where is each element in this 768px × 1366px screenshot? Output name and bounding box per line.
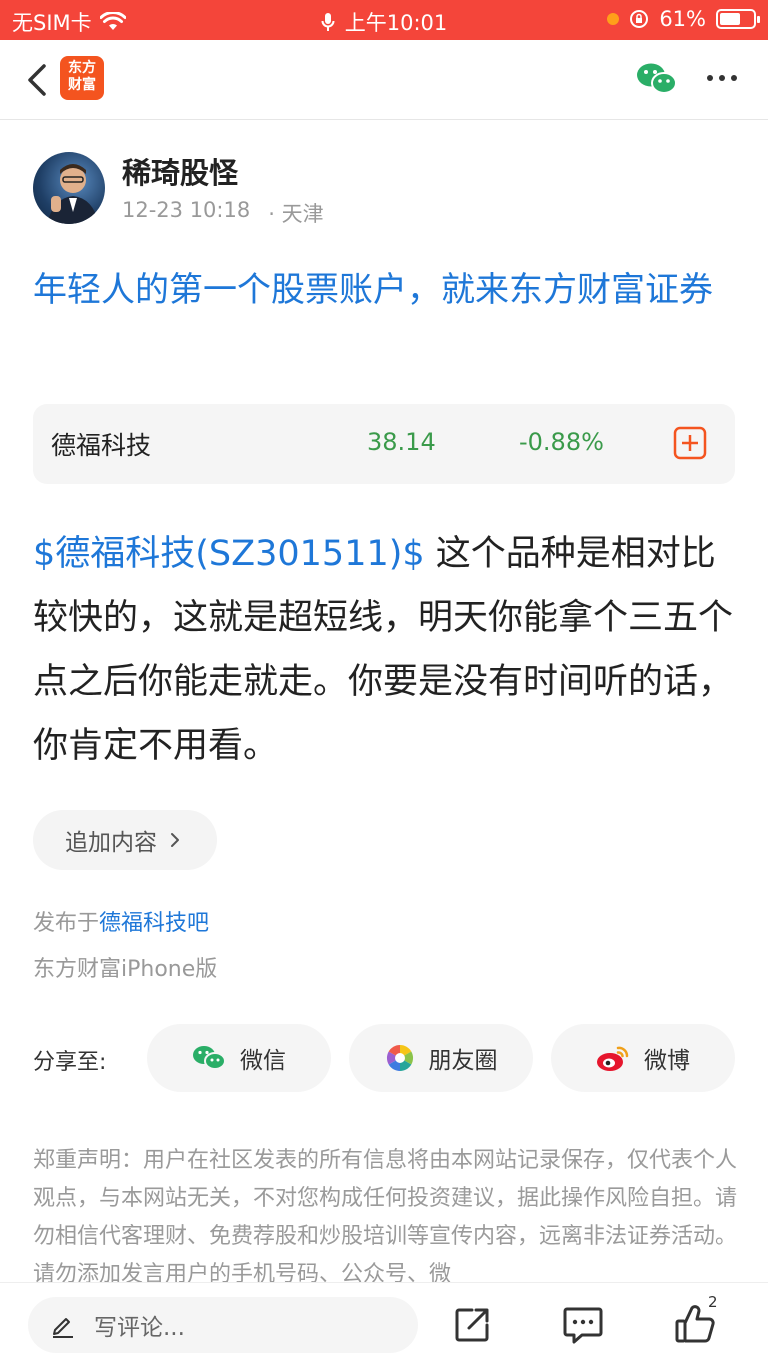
wechat-icon[interactable] — [636, 62, 678, 96]
comment-input[interactable]: 写评论... — [28, 1297, 418, 1353]
nav-bar: 东方 财富 — [0, 40, 768, 120]
share-icon[interactable] — [452, 1305, 492, 1345]
chevron-right-icon — [171, 833, 179, 847]
weibo-icon — [597, 1046, 629, 1071]
add-content-button[interactable]: 追加内容 — [33, 810, 217, 870]
share-wechat-label: 微信 — [240, 1048, 286, 1074]
wechat-icon — [193, 1046, 226, 1070]
rotation-lock-icon — [630, 10, 649, 28]
pencil-icon — [53, 1318, 73, 1338]
moments-icon — [386, 1044, 413, 1072]
post-title[interactable]: 年轻人的第一个股票账户，就来东方财富证券 — [33, 262, 733, 318]
bottom-bar: 写评论... 2 — [0, 1282, 768, 1366]
share-weibo-button[interactable]: 微博 — [551, 1024, 735, 1092]
battery-percent: 61% — [659, 7, 706, 31]
stock-name: 德福科技 — [51, 431, 152, 460]
like-count: 2 — [708, 1293, 718, 1311]
published-in: 发布于德福科技吧 — [33, 905, 209, 937]
disclaimer-text: 郑重声明：用户在社区发表的所有信息将由本网站记录保存，仅代表个人观点，与本网站无… — [33, 1148, 737, 1282]
stock-bar-link[interactable]: 德福科技吧 — [99, 911, 209, 936]
stock-tag-link[interactable]: $德福科技(SZ301511)$ — [33, 534, 425, 574]
microphone-icon — [321, 13, 335, 31]
comment-placeholder: 写评论... — [94, 1315, 185, 1341]
add-content-label: 追加内容 — [65, 830, 157, 856]
share-weibo-label: 微博 — [644, 1048, 690, 1074]
battery-icon — [716, 9, 760, 29]
post-location: · 天津 — [268, 202, 324, 226]
post-body: $德福科技(SZ301511)$ 这个品种是相对比较快的，这就是超短线，明天你能… — [33, 522, 737, 778]
recording-dot-icon — [607, 13, 620, 25]
status-time: 上午10:01 — [344, 11, 448, 35]
client-label: 东方财富iPhone版 — [33, 957, 218, 982]
eastmoney-logo[interactable]: 东方 财富 — [60, 56, 104, 100]
status-bar: 无SIM卡 上午10:01 61% — [0, 0, 768, 40]
comment-icon[interactable] — [562, 1305, 604, 1345]
author-avatar[interactable] — [33, 152, 105, 224]
published-prefix: 发布于 — [33, 911, 100, 936]
author-name[interactable]: 稀琦股怪 — [122, 150, 238, 192]
stock-change: -0.88% — [519, 428, 604, 456]
more-options-icon[interactable] — [704, 66, 740, 90]
author-meta: 12-23 10:18 · 天津 — [122, 198, 324, 228]
stock-card[interactable]: 德福科技 38.14 -0.88% — [33, 404, 735, 484]
add-to-watchlist-icon[interactable] — [673, 426, 707, 460]
share-wechat-button[interactable]: 微信 — [147, 1024, 331, 1092]
share-moments-button[interactable]: 朋友圈 — [349, 1024, 533, 1092]
share-moments-label: 朋友圈 — [428, 1048, 498, 1074]
share-label: 分享至: — [33, 1050, 107, 1075]
back-arrow-icon[interactable] — [22, 60, 58, 100]
post-datetime: 12-23 10:18 — [122, 198, 251, 222]
avatar-portrait-icon — [47, 164, 99, 224]
stock-price: 38.14 — [367, 428, 436, 456]
